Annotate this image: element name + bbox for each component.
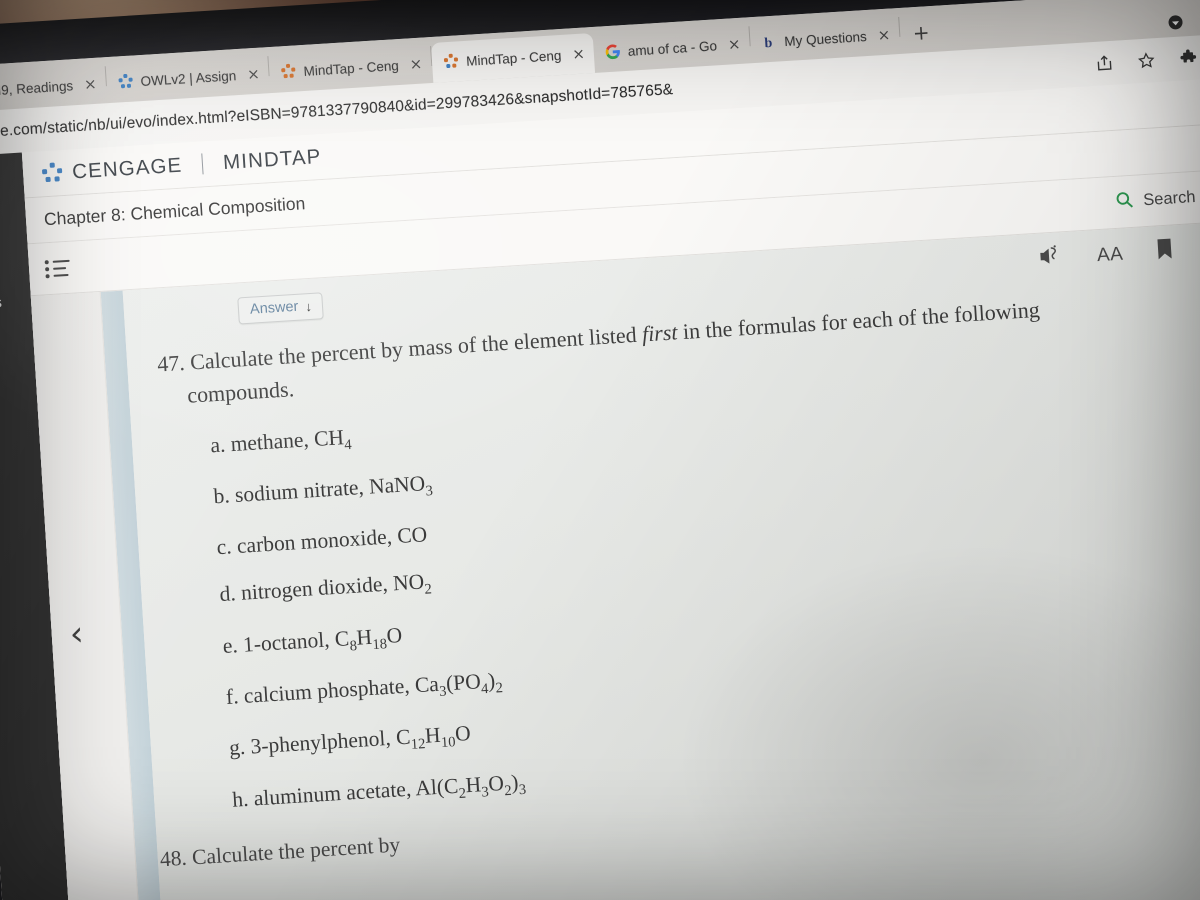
tab-label: MindTap - Ceng — [465, 47, 562, 69]
item-letter: g. — [228, 735, 247, 761]
browser-window: M9, Readings × OWLv2 | Assign × MindTap … — [0, 0, 1200, 900]
item-formula: C8H18O — [334, 622, 403, 655]
tab-label: OWLv2 | Assign — [140, 67, 237, 89]
reader-area: ‹ AA Answer ↓ 47. Calculate the percent … — [30, 219, 1200, 900]
question-number: 48. — [159, 845, 188, 872]
question-number: 47. — [156, 349, 186, 377]
item-formula: Ca3(PO4)2 — [414, 668, 504, 701]
cengage-logo[interactable]: CENGAGE MINDTAP — [41, 145, 323, 186]
chevron-down-icon[interactable]: ∨ — [0, 238, 29, 272]
item-formula: NO2 — [392, 569, 433, 599]
read-aloud-icon[interactable] — [1038, 244, 1064, 272]
item-formula: C12H10O — [395, 721, 472, 754]
item-letter: c. — [215, 534, 233, 560]
item-letter: h. — [231, 786, 250, 812]
item-formula: CO — [396, 522, 428, 549]
reader-toolbar: AA — [1038, 231, 1200, 272]
question-47-items: a. methane, CH4 b. sodium nitrate, NaNO3… — [210, 369, 1200, 816]
chevron-down-icon: ↓ — [304, 298, 313, 314]
text-size-icon[interactable]: AA — [1096, 243, 1124, 267]
cengage-sparkle-icon — [443, 53, 460, 70]
bartleby-b-icon: b — [761, 34, 778, 51]
star-icon[interactable] — [1137, 51, 1156, 70]
item-name: aluminum acetate, — [253, 776, 412, 811]
item-name: sodium nitrate, — [234, 475, 365, 508]
mindtap-main-column: CENGAGE MINDTAP Chapter 8: Chemical Comp… — [21, 75, 1200, 900]
cengage-sparkle-icon — [280, 63, 297, 80]
close-icon[interactable]: × — [572, 44, 586, 63]
search-course-label: Search this cou — [1142, 184, 1200, 210]
item-name: nitrogen dioxide, — [240, 572, 389, 606]
collapse-sidebar-button[interactable]: « — [0, 167, 25, 205]
page-title: Chapter 8: Chemical Composition — [43, 193, 306, 230]
close-icon[interactable]: × — [877, 25, 891, 44]
search-course-control[interactable]: Search this cou — [1115, 181, 1200, 215]
omnibox-actions: C — [1095, 42, 1200, 76]
item-name: 1-octanol, — [242, 627, 331, 657]
bookmark-icon[interactable] — [1156, 238, 1173, 266]
item-letter: f. — [225, 684, 240, 709]
svg-text:b: b — [764, 36, 773, 51]
item-name: 3-phenylphenol, — [249, 726, 392, 759]
answer-button-label: Answer — [249, 298, 299, 318]
item-letter: b. — [212, 483, 231, 509]
previous-page-button[interactable]: ‹ — [69, 614, 85, 655]
item-name: carbon monoxide, — [236, 524, 393, 559]
item-letter: d. — [218, 581, 237, 607]
tab-label: My Questions — [783, 28, 868, 49]
item-formula: Al(C2H3O2)3 — [414, 769, 527, 802]
logo-divider — [201, 153, 204, 175]
search-icon — [1115, 189, 1135, 214]
mindtap-wordmark: MINDTAP — [222, 144, 323, 174]
table-of-contents-icon[interactable] — [44, 257, 72, 279]
tab-label: MindTap - Ceng — [303, 57, 400, 79]
item-formula: CH4 — [313, 425, 353, 454]
item-name: methane, — [229, 427, 310, 457]
question-text: Calculate the percent by — [191, 832, 401, 870]
textbook-page-sheet: AA Answer ↓ 47. Calculate the percent by… — [122, 219, 1200, 900]
share-icon[interactable] — [1095, 54, 1114, 73]
rail-truncated-label: s — [0, 294, 3, 312]
question-italic-word: first — [641, 319, 679, 347]
item-letter: a. — [209, 432, 227, 458]
close-icon[interactable]: × — [409, 54, 423, 73]
new-tab-button[interactable]: + — [905, 17, 937, 49]
close-icon[interactable]: × — [84, 74, 98, 93]
close-icon[interactable]: × — [247, 64, 261, 83]
laptop-screen: M9, Readings × OWLv2 | Assign × MindTap … — [0, 0, 1200, 900]
google-g-icon — [604, 43, 621, 60]
cengage-sparkle-icon — [117, 73, 134, 91]
close-icon[interactable]: × — [727, 34, 741, 53]
puzzle-piece-icon[interactable] — [1179, 49, 1198, 68]
cengage-wordmark: CENGAGE — [71, 153, 183, 183]
item-formula: NaNO3 — [368, 471, 434, 500]
location-pin-icon[interactable] — [1167, 13, 1185, 31]
answer-button[interactable]: Answer ↓ — [237, 292, 324, 325]
mindtap-page: « ∨ s CENGAGE — [0, 75, 1200, 900]
item-name: calcium phosphate, — [243, 673, 411, 708]
tab-label: M9, Readings — [0, 77, 74, 98]
tab-label: amu of ca - Go — [627, 37, 718, 59]
item-letter: e. — [222, 632, 239, 658]
cengage-sparkle-icon — [41, 162, 64, 185]
window-controls-area: — — [1166, 7, 1200, 38]
